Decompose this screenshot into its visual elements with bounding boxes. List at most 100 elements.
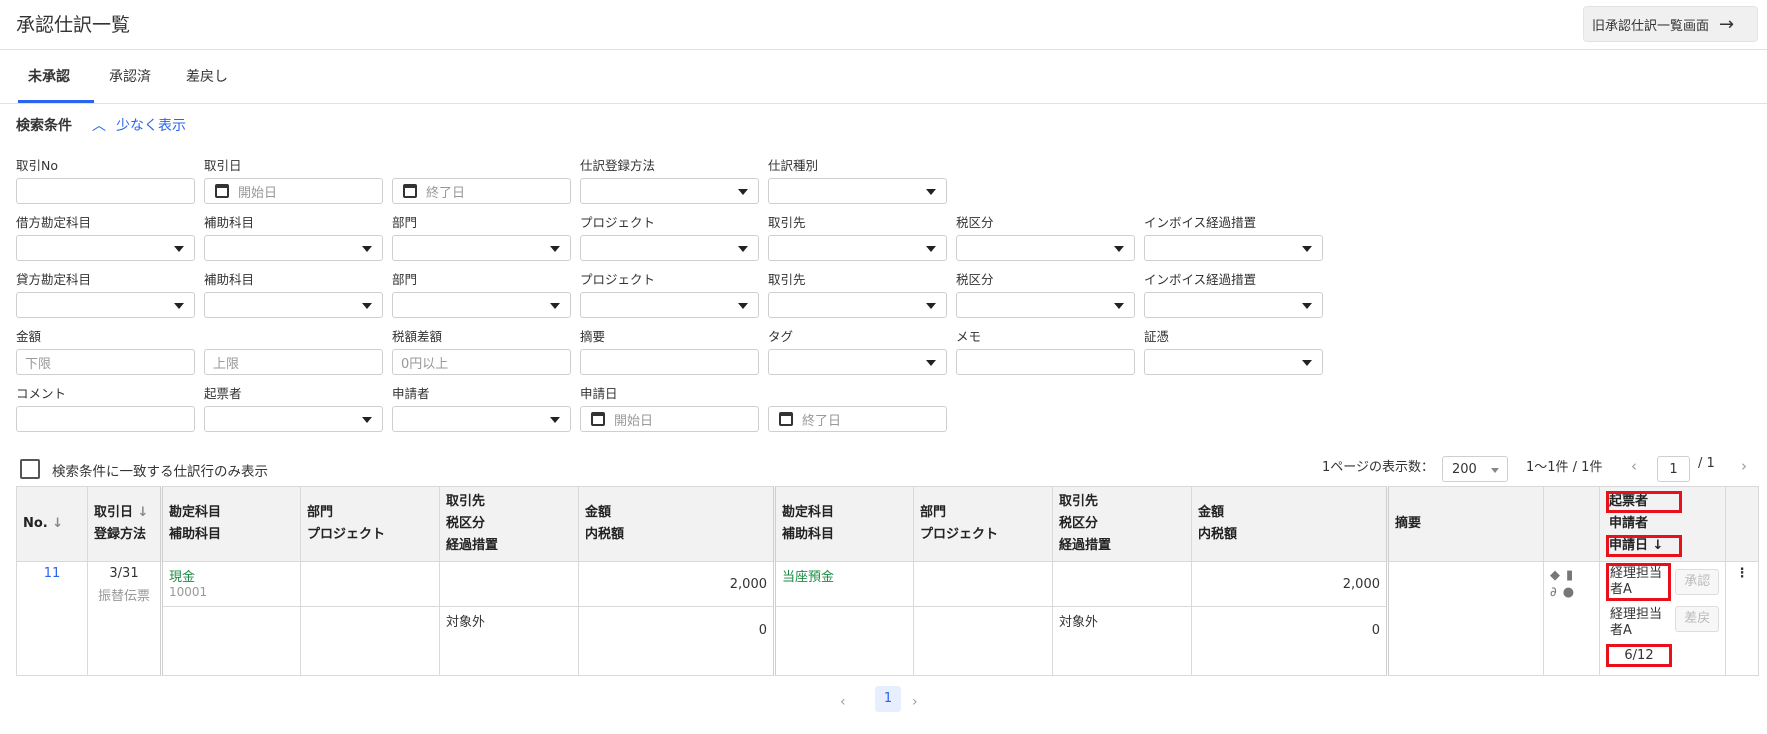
comment-icon[interactable]: ● [1563,585,1574,600]
registration-method-select[interactable] [580,178,759,204]
label-creator: 起票者 [204,386,242,401]
col-date[interactable]: 取引日 ↓ 登録方法 [87,486,162,562]
per-page-select[interactable]: 200 [1442,456,1508,482]
more-vertical-icon[interactable]: ⋮ [1736,566,1749,581]
transaction-date-start[interactable]: 開始日 [204,178,383,204]
next-page-icon[interactable]: › [1741,457,1747,475]
arrow-right-icon: → [1719,13,1735,35]
per-page-label: 1ページの表示数： [1322,460,1435,475]
transaction-no-input[interactable] [16,178,195,204]
credit-invoice-select[interactable] [1144,292,1323,318]
label-summary: 摘要 [580,329,606,344]
search-heading: 検索条件 [16,118,72,134]
tab-approved[interactable]: 承認済 [109,66,151,86]
comment-input[interactable] [16,406,195,432]
show-less-toggle[interactable]: ︿ 少なく表示 [92,115,186,135]
prev-page-icon[interactable]: ‹ [1631,457,1637,475]
table-row[interactable]: 11 3/31 振替伝票 現金 10001 2,000 当座預金 2,000 ◆ ▮ … [16,561,1759,676]
summary-input[interactable] [580,349,759,375]
credit-partner-cell [1052,561,1192,607]
debit-partner-select[interactable] [768,235,947,261]
col-tax-label: 税区分 [446,516,486,531]
sort-down-icon: ↓ [137,505,149,520]
row-apply-date: 6/12 [1606,644,1672,667]
tab-unapproved[interactable]: 未承認 [28,66,70,86]
clipboard-icon[interactable]: ▮ [1566,568,1573,583]
label-debit-partner: 取引先 [768,215,806,230]
page-number-input[interactable]: 1 [1657,456,1690,482]
col-summary: 摘要 [1386,486,1544,562]
col-account-label: 勘定科目 [782,505,835,520]
journal-table: No. ↓ 取引日 ↓ 登録方法 勘定科目 補助科目 部門 プロジェクト 取引先 税区分… [16,486,1759,676]
bottom-page-1[interactable]: 1 [875,686,901,712]
credit-tax-select[interactable] [956,292,1135,318]
label-debit-tax: 税区分 [956,215,994,230]
application-date-end[interactable]: 終了日 [768,406,947,432]
label-debit-project: プロジェクト [580,215,656,230]
reject-button[interactable]: 差戻 [1675,606,1719,632]
col-sub-label: 補助科目 [782,527,835,542]
tag-icon[interactable]: ◆ [1550,568,1560,583]
transaction-date-end[interactable]: 終了日 [392,178,571,204]
col-debit-account: 勘定科目 補助科目 [160,486,301,562]
col-amount-label: 金額 [585,505,612,520]
amount-upper-input[interactable]: 上限 [204,349,383,375]
old-list-button-label: 旧承認仕訳一覧画面 [1592,18,1710,34]
debit-dept-cell [300,561,440,607]
placeholder-text: 開始日 [238,185,278,201]
tag-select[interactable] [768,349,947,375]
tax-diff-input[interactable]: 0円以上 [392,349,571,375]
col-transition-label: 経過措置 [1059,538,1112,553]
credit-dept-select[interactable] [392,292,571,318]
row-menu-cell: ⋮ [1725,561,1759,676]
bottom-prev-icon[interactable]: ‹ [840,694,846,710]
debit-account-select[interactable] [16,235,195,261]
tab-returned[interactable]: 差戻し [186,66,228,86]
credit-sub-cell [773,606,914,676]
application-date-start[interactable]: 開始日 [580,406,759,432]
debit-project-select[interactable] [580,235,759,261]
memo-input[interactable] [956,349,1135,375]
row-icons-cell: ◆ ▮ ∂ ● [1543,561,1600,676]
debit-tax-select[interactable] [956,235,1135,261]
col-credit-account: 勘定科目 補助科目 [773,486,914,562]
placeholder-text: 上限 [213,356,240,372]
label-evidence: 証憑 [1144,329,1170,344]
debit-account-cell: 現金 10001 [160,561,301,607]
debit-sub-select[interactable] [204,235,383,261]
col-credit-partner: 取引先 税区分 経過措置 [1052,486,1192,562]
debit-sub-cell [160,606,301,676]
bottom-next-icon[interactable]: › [912,694,918,710]
placeholder-text: 0円以上 [401,356,449,372]
col-people[interactable]: 起票者 申請者 申請日 ↓ [1599,486,1726,562]
credit-partner-select[interactable] [768,292,947,318]
journal-type-select[interactable] [768,178,947,204]
debit-proj-cell [300,606,440,676]
paperclip-icon[interactable]: ∂ [1550,585,1557,600]
credit-account-select[interactable] [16,292,195,318]
label-debit-invoice: インボイス経過措置 [1144,215,1257,230]
evidence-select[interactable] [1144,349,1323,375]
show-less-label: 少なく表示 [116,118,186,134]
row-no[interactable]: 11 [16,561,88,676]
debit-tax-cell: 対象外 [439,606,579,676]
approve-button[interactable]: 承認 [1675,569,1719,595]
label-comment: コメント [16,386,67,401]
tab-bar: 未承認 承認済 差戻し [0,50,1767,104]
debit-partner-cell [439,561,579,607]
label-credit-sub: 補助科目 [204,272,255,287]
debit-invoice-select[interactable] [1144,235,1323,261]
col-no[interactable]: No. ↓ [16,486,88,562]
creator-select[interactable] [204,406,383,432]
caret-down-icon [1491,468,1499,473]
applicant-select[interactable] [392,406,571,432]
row-no-link[interactable]: 11 [44,566,61,581]
old-list-button[interactable]: 旧承認仕訳一覧画面 → [1583,6,1758,42]
label-credit-account: 貸方勘定科目 [16,272,92,287]
credit-project-select[interactable] [580,292,759,318]
only-matching-checkbox[interactable] [20,459,40,479]
debit-dept-select[interactable] [392,235,571,261]
amount-lower-input[interactable]: 下限 [16,349,195,375]
credit-sub-select[interactable] [204,292,383,318]
label-journal-type: 仕訳種別 [768,158,819,173]
